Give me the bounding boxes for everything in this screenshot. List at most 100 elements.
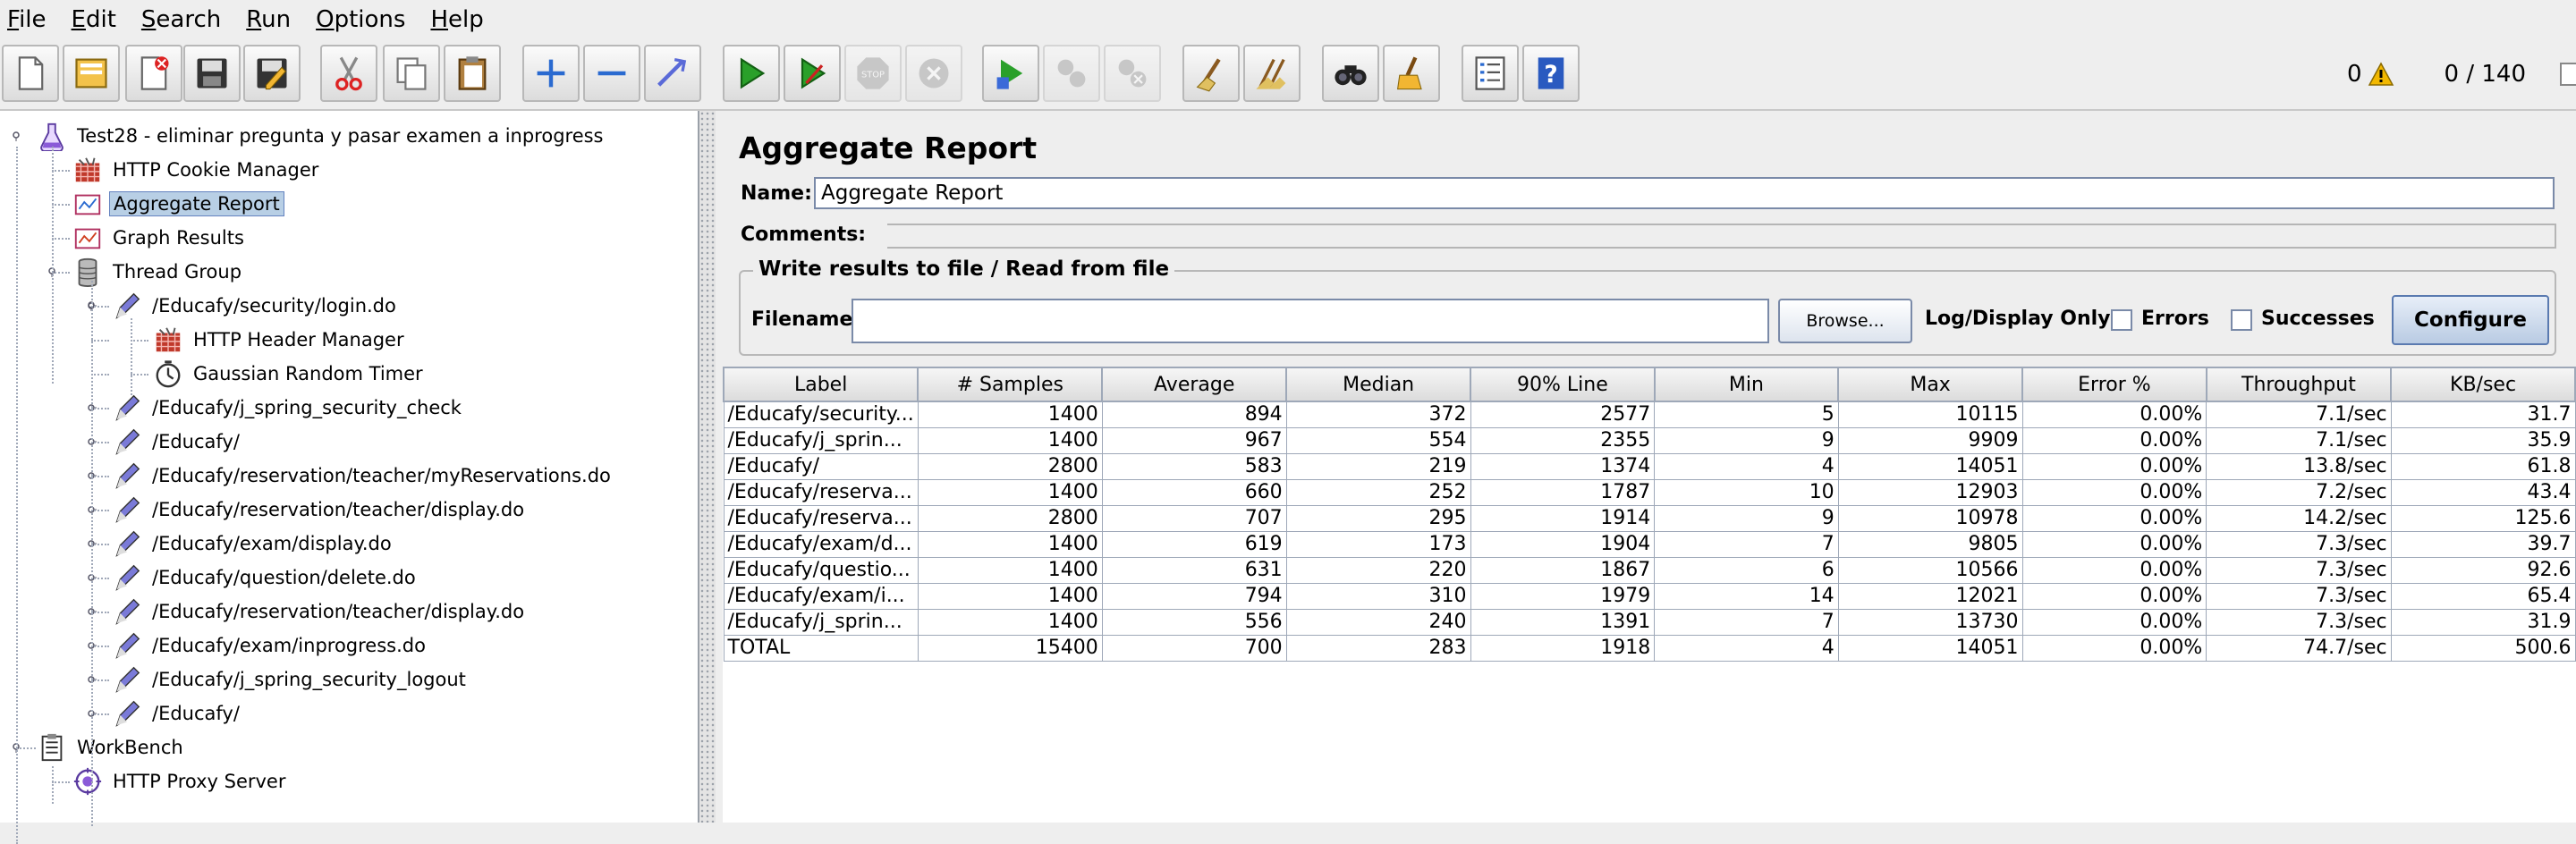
tree-node[interactable]: /Educafy/reservation/teacher/display.do <box>111 595 528 628</box>
remote-start-button[interactable] <box>982 45 1039 102</box>
shutdown-button[interactable] <box>905 45 962 102</box>
table-row[interactable]: TOTAL 15400 700 283 1918 4 14051 0.00% 74.7/sec 5… <box>723 635 2576 662</box>
sampler-icon <box>111 629 143 662</box>
templates-button[interactable] <box>63 45 120 102</box>
clear-all-button[interactable] <box>1243 45 1301 102</box>
tree-node[interactable]: /Educafy/security/login.do <box>111 290 400 322</box>
tree-node[interactable]: /Educafy/reservation/teacher/myReservati… <box>111 460 614 492</box>
menu-edit[interactable]: Edit <box>64 6 127 33</box>
clear-button[interactable] <box>1182 45 1240 102</box>
column-header[interactable]: Min <box>1653 367 1840 402</box>
tree-node[interactable]: HTTP Cookie Manager <box>72 154 322 186</box>
search-button[interactable] <box>1322 45 1379 102</box>
menu-options[interactable]: Options <box>309 6 416 33</box>
expand-all-button[interactable] <box>522 45 580 102</box>
tree-node[interactable]: Test28 - eliminar pregunta y pasar exame… <box>36 120 607 152</box>
column-header[interactable]: Error % <box>2021 367 2207 402</box>
table-cell: 65.4 <box>2390 583 2576 610</box>
reset-search-button[interactable] <box>1383 45 1440 102</box>
copy-button[interactable] <box>383 45 440 102</box>
column-header[interactable]: Max <box>1837 367 2023 402</box>
toggle-button[interactable] <box>644 45 701 102</box>
tree-collapse-handle-icon[interactable] <box>11 131 21 141</box>
tree-node[interactable]: WorkBench <box>36 731 187 764</box>
table-row[interactable]: /Educafy/exam/d... 1400 619 173 1904 7 9805 0.0… <box>723 531 2576 558</box>
menu-search[interactable]: Search <box>134 6 232 33</box>
tree-node[interactable]: /Educafy/ <box>111 426 243 458</box>
table-row[interactable]: /Educafy/reserva... 1400 660 252 1787 10 12903… <box>723 479 2576 506</box>
table-row[interactable]: /Educafy/2800 583 219 1374 4 14051 0.00% 13.8/s… <box>723 453 2576 480</box>
stop-icon: STOP <box>857 57 889 89</box>
save-button[interactable] <box>183 45 241 102</box>
table-cell: 10978 <box>1837 505 2023 532</box>
menu-help[interactable]: Help <box>423 6 494 33</box>
cut-button[interactable] <box>320 45 377 102</box>
split-pane-divider[interactable] <box>699 111 716 823</box>
successes-checkbox[interactable] <box>2231 309 2252 331</box>
column-header[interactable]: # Samples <box>917 367 1104 402</box>
function-helper-button[interactable] <box>1462 45 1519 102</box>
configure-button[interactable]: Configure <box>2392 295 2549 345</box>
browse-button[interactable]: Browse... <box>1778 299 1912 343</box>
search-icon <box>1335 65 1367 86</box>
start-no-pause-button[interactable] <box>784 45 841 102</box>
tree-node[interactable]: Graph Results <box>72 222 248 254</box>
tree-node[interactable]: /Educafy/j_spring_security_check <box>111 392 465 424</box>
column-header[interactable]: KB/sec <box>2390 367 2576 402</box>
tree-node[interactable]: Thread Group <box>72 256 245 288</box>
tree-node[interactable]: /Educafy/ <box>111 697 243 730</box>
tree-connector <box>91 442 109 443</box>
column-header[interactable]: Label <box>722 367 919 402</box>
tree-node[interactable]: /Educafy/exam/display.do <box>111 528 395 560</box>
table-row[interactable]: /Educafy/questio... 1400 631 220 1867 6 10566 0… <box>723 557 2576 584</box>
tree-node[interactable]: /Educafy/exam/inprogress.do <box>111 629 429 662</box>
remote-stop-button[interactable] <box>1043 45 1100 102</box>
tree-node[interactable]: Aggregate Report <box>72 188 284 220</box>
table-row[interactable]: /Educafy/security... 1400 894 372 2577 5 10115… <box>723 401 2576 428</box>
open-button[interactable] <box>125 45 182 102</box>
tree-node[interactable]: /Educafy/reservation/teacher/display.do <box>111 494 528 526</box>
sampler-icon <box>111 697 143 730</box>
table-row[interactable]: /Educafy/j_sprin... 1400 967 554 2355 9 9909 0.… <box>723 427 2576 454</box>
column-header[interactable]: 90% Line <box>1470 367 1656 402</box>
tree-connector <box>52 238 70 240</box>
tree-node[interactable]: /Educafy/j_spring_security_logout <box>111 663 470 696</box>
table-header-row: Label # Samples Average Median 90% Line Min Ma… <box>722 367 2576 402</box>
cut-icon <box>335 56 362 91</box>
remote-shutdown-button[interactable] <box>1104 45 1161 102</box>
help-button[interactable]: ? <box>1522 45 1580 102</box>
tree-node[interactable]: /Educafy/question/delete.do <box>111 561 419 594</box>
table-cell: 7.3/sec <box>2206 583 2392 610</box>
table-row[interactable]: /Educafy/j_sprin... 1400 556 240 1391 7 13730 0… <box>723 609 2576 636</box>
tree-connector <box>91 612 109 613</box>
column-header[interactable]: Throughput <box>2205 367 2393 402</box>
column-header[interactable]: Average <box>1101 367 1288 402</box>
menu-file[interactable]: File <box>0 6 57 33</box>
start-button[interactable] <box>723 45 780 102</box>
table-cell: 556 <box>1101 609 1287 636</box>
comments-field[interactable] <box>887 224 2556 249</box>
menu-options-mnemonic: O <box>316 6 335 33</box>
log-viewer-toggle[interactable] <box>2560 63 2576 86</box>
tree-node[interactable]: HTTP Proxy Server <box>72 765 289 798</box>
stop-button[interactable]: STOP <box>844 45 902 102</box>
tree-node[interactable]: Gaussian Random Timer <box>152 358 427 390</box>
table-cell: 283 <box>1285 635 1471 662</box>
column-header[interactable]: Median <box>1285 367 1472 402</box>
paste-button[interactable] <box>444 45 501 102</box>
collapse-icon <box>597 71 626 76</box>
new-button[interactable] <box>2 45 59 102</box>
report-table-container: Label # Samples Average Median 90% Line Min Ma… <box>722 367 2576 823</box>
filename-field[interactable] <box>852 299 1769 343</box>
name-field[interactable]: Aggregate Report <box>814 177 2555 209</box>
save-as-button[interactable] <box>243 45 301 102</box>
table-row[interactable]: /Educafy/exam/i... 1400 794 310 1979 14 12021 0… <box>723 583 2576 610</box>
menu-run[interactable]: Run <box>239 6 301 33</box>
warning-icon[interactable] <box>2368 62 2394 87</box>
table-cell: 35.9 <box>2390 427 2576 454</box>
errors-checkbox[interactable] <box>2111 309 2132 331</box>
table-cell: 631 <box>1101 557 1287 584</box>
collapse-all-button[interactable] <box>583 45 640 102</box>
tree-node[interactable]: HTTP Header Manager <box>152 324 408 356</box>
table-row[interactable]: /Educafy/reserva... 2800 707 295 1914 9 10978 0… <box>723 505 2576 532</box>
